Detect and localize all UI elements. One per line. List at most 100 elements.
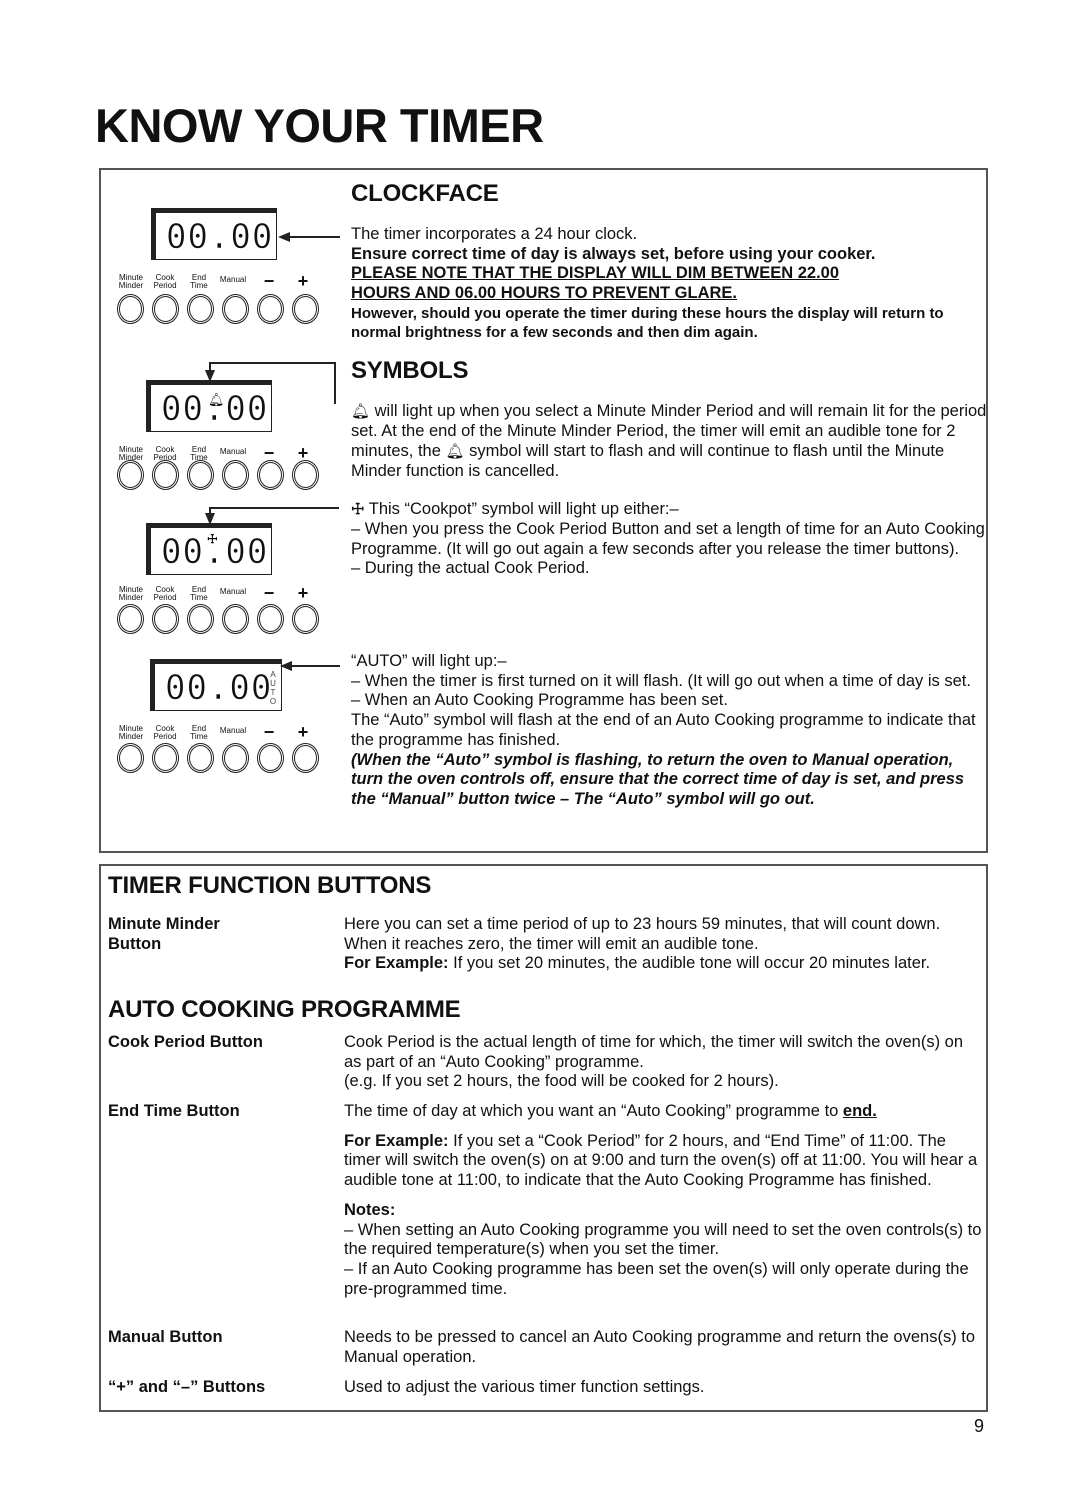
manual-button[interactable]: [222, 604, 249, 634]
timer-display: 00.00 🔔︎: [146, 380, 272, 432]
auto-item-2: – When an Auto Cooking Programme has bee…: [351, 691, 728, 710]
timer-display: 00.00 AUTO: [150, 659, 282, 711]
bell-icon: 🔔︎: [445, 442, 465, 460]
cookpot-description: ☩ This “Cookpot” symbol will light up ei…: [351, 500, 987, 579]
label-end-time: End Time: [190, 273, 208, 290]
pointer-line: [290, 236, 340, 238]
manual-button[interactable]: [222, 294, 249, 324]
clockface-heading: CLOCKFACE: [351, 180, 499, 207]
label-manual: Manual: [219, 726, 247, 735]
cook-period-label: Cook Period Button: [108, 1033, 263, 1051]
display-digits: 00.00: [166, 217, 274, 258]
button-row: [117, 743, 330, 777]
note-2: – If an Auto Cooking programme has been …: [344, 1259, 969, 1298]
symbols-heading: SYMBOLS: [351, 357, 469, 384]
label-cook-period: Cook Period: [153, 724, 177, 741]
label-minute-minder: Minute Minder: [118, 273, 144, 290]
minute-minder-label: Minute Minder Button: [108, 915, 220, 953]
auto-cooking-heading: AUTO COOKING PROGRAMME: [108, 996, 461, 1023]
end-time-button[interactable]: [187, 294, 214, 324]
plus-button[interactable]: [292, 294, 319, 324]
auto-intro: “AUTO” will light up:–: [351, 652, 507, 670]
bell-icon: 🔔︎: [208, 392, 225, 407]
label-end-time: End Time: [190, 724, 208, 741]
plus-minus-description: Used to adjust the various timer functio…: [344, 1378, 705, 1396]
cook-period-button[interactable]: [152, 604, 179, 634]
label-plus: +: [297, 583, 309, 603]
timer-panel-auto: 00.00 AUTO Minute Minder Cook Period End Ti…: [106, 657, 326, 787]
timer-panel-clockface: 00.00 Minute Minder Cook Period End Time Ma…: [106, 206, 326, 336]
timer-display: 00.00: [151, 208, 277, 260]
display-digits: 00.00: [165, 668, 273, 709]
end-time-description: The time of day at which you want an “Au…: [344, 1102, 984, 1299]
cookpot-icon: ☩: [351, 501, 365, 518]
manual-button[interactable]: [222, 743, 249, 773]
bell-icon: 🔔︎: [351, 403, 371, 420]
auto-item-1: – When the timer is first turned on it w…: [351, 671, 971, 690]
minute-minder-description: Here you can set a time period of up to …: [344, 915, 941, 973]
minute-minder-button[interactable]: [117, 294, 144, 324]
manual-button[interactable]: [222, 460, 249, 490]
timer-function-buttons-heading: TIMER FUNCTION BUTTONS: [108, 872, 432, 899]
bell-description: 🔔︎ will light up when you select a Minut…: [351, 402, 987, 480]
minus-button[interactable]: [257, 460, 284, 490]
plus-button[interactable]: [292, 604, 319, 634]
label-minus: −: [263, 722, 275, 742]
minute-minder-button[interactable]: [117, 460, 144, 490]
manual-description: Needs to be pressed to cancel an Auto Co…: [344, 1328, 976, 1366]
cook-period-button[interactable]: [152, 743, 179, 773]
button-row: [117, 460, 330, 494]
dim-note-line2: HOURS AND 06.00 HOURS TO PREVENT GLARE.: [351, 284, 737, 303]
arrow-icon: [278, 232, 290, 242]
pointer-line: [334, 362, 336, 404]
label-cook-period: Cook Period: [153, 585, 177, 602]
label-manual: Manual: [219, 587, 247, 596]
cook-period-button[interactable]: [152, 460, 179, 490]
label-plus: +: [297, 443, 309, 463]
label-cook-period: Cook Period: [153, 273, 177, 290]
manual-label: Manual Button: [108, 1328, 223, 1346]
button-row: [117, 294, 330, 328]
cookpot-icon: ☩: [207, 532, 218, 546]
cook-period-button[interactable]: [152, 294, 179, 324]
label-manual: Manual: [219, 275, 247, 284]
dim-note-line1: PLEASE NOTE THAT THE DISPLAY WILL DIM BE…: [351, 264, 840, 283]
timer-panel-cookpot: 00.00 ☩ Minute Minder Cook Period End Time …: [106, 520, 326, 650]
auto-indicator: AUTO: [269, 670, 277, 706]
label-minute-minder: Minute Minder: [118, 585, 144, 602]
button-row: [117, 604, 330, 638]
minus-button[interactable]: [257, 294, 284, 324]
label-minus: −: [263, 271, 275, 291]
label-manual: Manual: [219, 447, 247, 456]
pointer-line: [209, 362, 335, 364]
timer-panel-bell: 00.00 🔔︎ Minute Minder Cook Period End Time…: [106, 378, 326, 508]
end-time-label: End Time Button: [108, 1102, 240, 1120]
label-minus: −: [263, 583, 275, 603]
plus-minus-label: “+” and “–” Buttons: [108, 1378, 266, 1396]
cookpot-item-1: – When you press the Cook Period Button …: [351, 519, 985, 558]
button-labels: Minute Minder Cook Period End Time Manual −…: [119, 271, 330, 296]
pointer-line: [209, 507, 339, 509]
auto-description: “AUTO” will light up:– – When the timer …: [351, 652, 987, 810]
minus-button[interactable]: [257, 604, 284, 634]
note-1: – When setting an Auto Cooking programme…: [344, 1220, 982, 1259]
plus-button[interactable]: [292, 460, 319, 490]
auto-flash-text: The “Auto” symbol will flash at the end …: [351, 711, 976, 749]
arrow-icon: [205, 370, 215, 382]
clockface-line2: Ensure correct time of day is always set…: [351, 244, 876, 263]
end-time-button[interactable]: [187, 743, 214, 773]
label-plus: +: [297, 271, 309, 291]
plus-button[interactable]: [292, 743, 319, 773]
page-title: KNOW YOUR TIMER: [95, 99, 544, 152]
minus-button[interactable]: [257, 743, 284, 773]
timer-display: 00.00 ☩: [146, 523, 272, 575]
clockface-line1: The timer incorporates a 24 hour clock.: [351, 225, 638, 243]
label-minute-minder: Minute Minder: [118, 724, 144, 741]
end-time-button[interactable]: [187, 460, 214, 490]
arrow-icon: [280, 661, 292, 671]
minute-minder-button[interactable]: [117, 604, 144, 634]
arrow-icon: [205, 513, 215, 525]
minute-minder-button[interactable]: [117, 743, 144, 773]
dim-note-detail: However, should you operate the timer du…: [351, 304, 944, 342]
end-time-button[interactable]: [187, 604, 214, 634]
